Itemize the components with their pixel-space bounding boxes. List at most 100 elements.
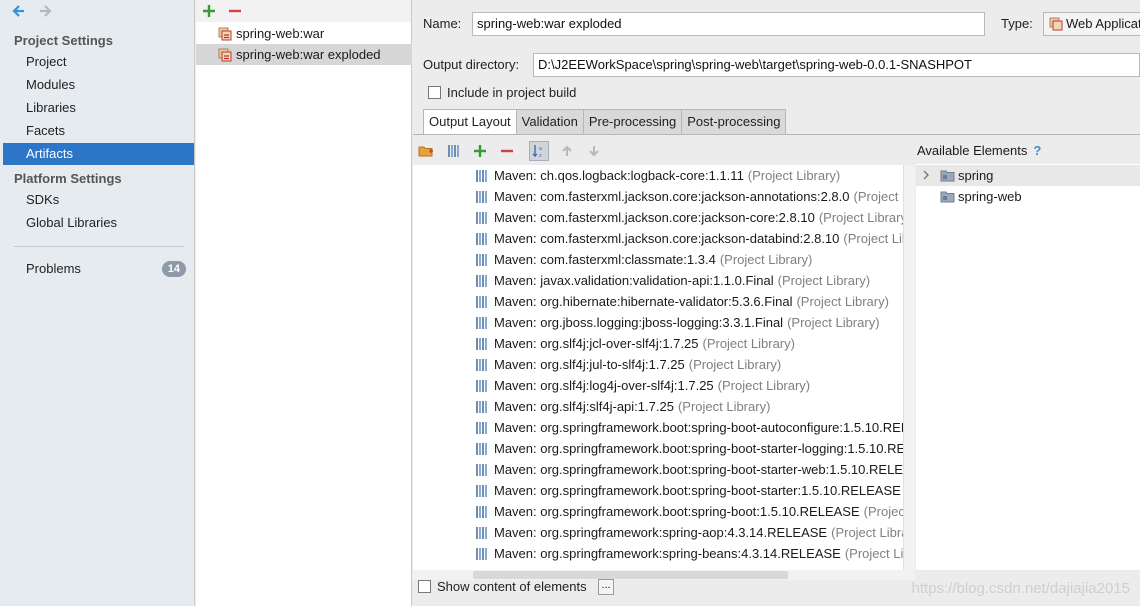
back-arrow-icon[interactable] — [10, 3, 26, 19]
settings-sidebar: Project Settings Project Modules Librari… — [0, 0, 195, 606]
sort-elements-button[interactable]: az — [529, 141, 549, 161]
library-row[interactable]: Maven: ch.qos.logback:logback-core:1.1.1… — [413, 165, 915, 186]
sidebar-item-facets[interactable]: Facets — [3, 120, 194, 142]
sidebar-item-project[interactable]: Project — [3, 51, 194, 73]
artifact-type-dropdown[interactable]: Web Application: Exploded — [1043, 12, 1140, 36]
library-icon — [448, 145, 459, 157]
library-name: Maven: org.slf4j:log4j-over-slf4j:1.7.25 — [494, 378, 714, 393]
add-library-button[interactable] — [443, 141, 463, 161]
library-name: Maven: com.fasterxml:classmate:1.3.4 — [494, 252, 716, 267]
show-content-options-button[interactable]: ... — [598, 579, 614, 595]
library-row[interactable]: Maven: org.jboss.logging:jboss-logging:3… — [413, 312, 915, 333]
library-row[interactable]: Maven: org.springframework.boot:spring-b… — [413, 417, 915, 438]
library-row[interactable]: Maven: com.fasterxml.jackson.core:jackso… — [413, 228, 915, 249]
library-name: Maven: org.springframework.boot:spring-b… — [494, 462, 915, 477]
tab-post-processing[interactable]: Post-processing — [681, 109, 787, 134]
create-directory-button[interactable] — [416, 141, 436, 161]
svg-text:z: z — [539, 153, 542, 158]
war-artifact-icon — [218, 27, 232, 41]
maven-library-icon — [476, 380, 487, 392]
artifact-tabs: Output Layout Validation Pre-processing … — [423, 109, 787, 135]
chevron-right-icon[interactable] — [921, 170, 931, 180]
output-layout-area: az Maven: ch.qos.logback:logback-core:1.… — [413, 134, 1140, 606]
library-row[interactable]: Maven: javax.validation:validation-api:1… — [413, 270, 915, 291]
library-row[interactable]: Maven: org.springframework:spring-beans:… — [413, 543, 915, 564]
add-element-button[interactable] — [470, 141, 490, 161]
remove-element-button[interactable] — [497, 141, 517, 161]
library-row[interactable]: Maven: com.fasterxml.jackson.core:jackso… — [413, 207, 915, 228]
library-name: Maven: org.springframework:spring-beans:… — [494, 546, 841, 561]
add-artifact-button[interactable] — [199, 1, 219, 21]
library-name: Maven: org.slf4j:jcl-over-slf4j:1.7.25 — [494, 336, 699, 351]
library-row[interactable]: Maven: org.slf4j:jcl-over-slf4j:1.7.25 (P… — [413, 333, 915, 354]
library-name: Maven: org.hibernate:hibernate-validator… — [494, 294, 793, 309]
help-icon[interactable]: ? — [1033, 143, 1041, 158]
library-row[interactable]: Maven: org.springframework:spring-aop:4.… — [413, 522, 915, 543]
include-in-build-label: Include in project build — [447, 85, 577, 100]
library-row[interactable]: Maven: org.springframework.boot:spring-b… — [413, 501, 915, 522]
library-name: Maven: javax.validation:validation-api:1… — [494, 273, 774, 288]
forward-arrow-icon[interactable] — [38, 3, 54, 19]
library-row[interactable]: Maven: com.fasterxml:classmate:1.3.4 (Pro… — [413, 249, 915, 270]
output-directory-input[interactable]: D:\J2EEWorkSpace\spring\spring-web\targe… — [533, 53, 1140, 77]
maven-library-icon — [476, 464, 487, 476]
new-folder-icon — [418, 146, 433, 157]
library-name: Maven: org.slf4j:jul-to-slf4j:1.7.25 — [494, 357, 685, 372]
show-content-label: Show content of elements — [437, 579, 587, 594]
tab-output-layout[interactable]: Output Layout — [423, 109, 517, 135]
available-item-spring[interactable]: spring — [916, 165, 1140, 186]
library-row[interactable]: Maven: com.fasterxml.jackson.core:jackso… — [413, 186, 915, 207]
library-name: Maven: org.jboss.logging:jboss-logging:3… — [494, 315, 784, 330]
library-name: Maven: ch.qos.logback:logback-core:1.1.1… — [494, 168, 744, 183]
library-scope: (Project Library) — [717, 378, 811, 393]
maven-library-icon — [476, 548, 487, 560]
arrow-up-icon — [562, 145, 572, 156]
show-content-checkbox[interactable] — [418, 580, 431, 593]
include-in-build-checkbox[interactable] — [428, 86, 441, 99]
library-row[interactable]: Maven: org.slf4j:slf4j-api:1.7.25 (Projec… — [413, 396, 915, 417]
move-down-button[interactable] — [584, 141, 604, 161]
library-scope: (Project Library) — [702, 336, 795, 351]
sidebar-item-sdks[interactable]: SDKs — [3, 189, 194, 211]
library-name: Maven: com.fasterxml.jackson.core:jackso… — [494, 231, 840, 246]
library-row[interactable]: Maven: org.springframework.boot:spring-b… — [413, 438, 915, 459]
sidebar-item-global-libraries[interactable]: Global Libraries — [3, 212, 194, 234]
artifact-item-war-exploded[interactable]: spring-web:war exploded — [196, 44, 412, 65]
library-row[interactable]: Maven: org.springframework.boot:spring-b… — [413, 459, 915, 480]
maven-library-icon — [476, 443, 487, 455]
sidebar-item-problems[interactable]: Problems 14 — [3, 258, 194, 280]
artifact-name-input[interactable]: spring-web:war exploded — [472, 12, 985, 36]
sidebar-item-artifacts[interactable]: Artifacts — [3, 143, 194, 165]
tab-pre-processing[interactable]: Pre-processing — [582, 109, 683, 134]
artifact-type-value: Web Application: Exploded — [1066, 16, 1140, 31]
library-row[interactable]: Maven: org.hibernate:hibernate-validator… — [413, 291, 915, 312]
artifact-settings-panel: Name: spring-web:war exploded Type: Web … — [413, 0, 1140, 606]
library-row[interactable]: Maven: org.slf4j:log4j-over-slf4j:1.7.25… — [413, 375, 915, 396]
library-name: Maven: org.springframework:spring-aop:4.… — [494, 525, 828, 540]
library-name: Maven: com.fasterxml.jackson.core:jackso… — [494, 189, 850, 204]
maven-library-icon — [476, 506, 487, 518]
library-row[interactable]: Maven: org.slf4j:jul-to-slf4j:1.7.25 (Pro… — [413, 354, 915, 375]
sidebar-item-libraries[interactable]: Libraries — [3, 97, 194, 119]
library-name: Maven: org.springframework.boot:spring-b… — [494, 441, 915, 456]
output-layout-tree[interactable]: Maven: ch.qos.logback:logback-core:1.1.1… — [413, 165, 915, 570]
tab-validation[interactable]: Validation — [515, 109, 584, 134]
layout-tree-vertical-scrollbar[interactable] — [903, 165, 915, 570]
sidebar-item-modules[interactable]: Modules — [3, 74, 194, 96]
minus-icon — [501, 149, 513, 153]
arrow-down-icon — [589, 146, 599, 157]
plus-icon — [203, 5, 215, 17]
artifact-item-war[interactable]: spring-web:war — [196, 23, 412, 44]
type-label: Type: — [1001, 16, 1033, 31]
library-row[interactable]: Maven: org.springframework.boot:spring-b… — [413, 480, 915, 501]
move-up-button[interactable] — [557, 141, 577, 161]
remove-artifact-button[interactable] — [225, 1, 245, 21]
available-item-label: spring — [958, 168, 994, 183]
library-scope: (Project Library) — [796, 294, 889, 309]
available-elements-title: Available Elements — [917, 143, 1028, 158]
artifact-label: spring-web:war — [236, 26, 325, 41]
name-label: Name: — [423, 16, 462, 31]
library-name: Maven: org.springframework.boot:spring-b… — [494, 504, 860, 519]
minus-icon — [229, 9, 241, 13]
available-item-spring-web[interactable]: spring-web — [916, 186, 1140, 207]
